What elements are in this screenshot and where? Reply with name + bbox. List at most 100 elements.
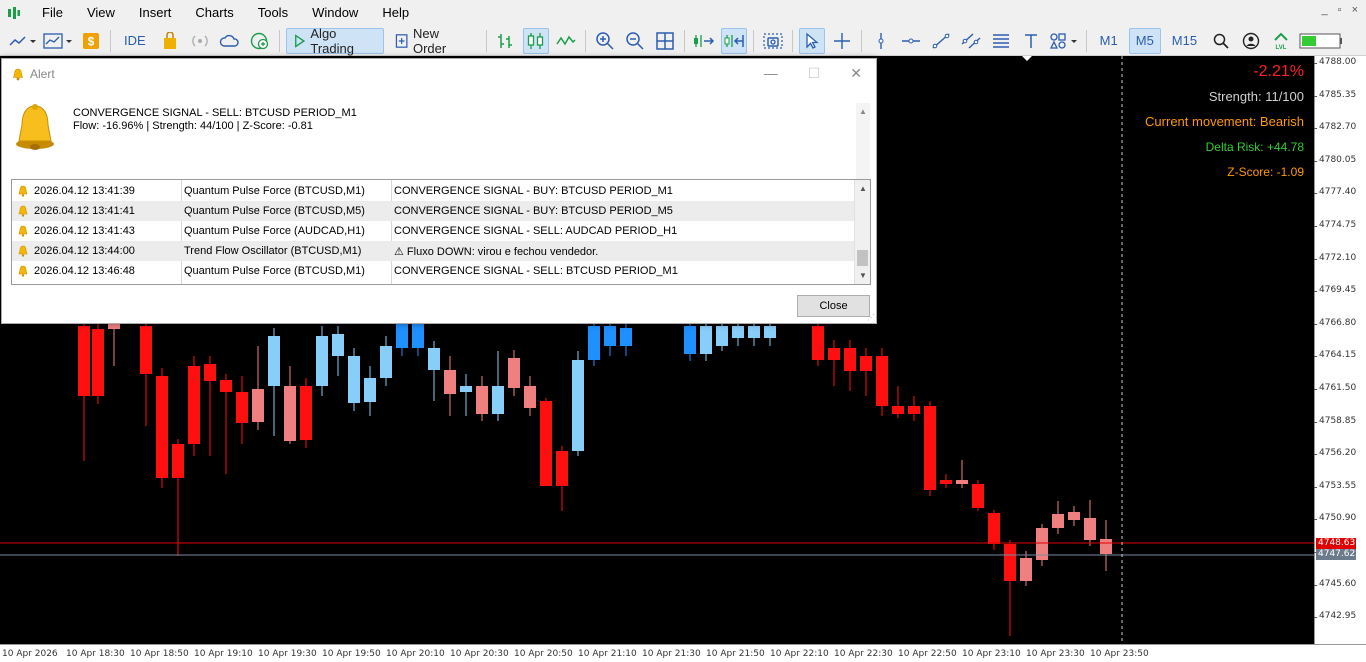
alert-log-row[interactable]: 2026.04.12 13:46:48 Quantum Pulse Force (… [12, 261, 854, 281]
price-tick-label: 4750.90 [1313, 513, 1357, 524]
timeframe-m1-button[interactable]: M1 [1093, 28, 1125, 54]
log-message: CONVERGENCE SIGNAL - BUY: BTCUSD PERIOD_… [394, 185, 673, 197]
alert-message-line1: CONVERGENCE SIGNAL - SELL: BTCUSD PERIOD… [73, 107, 357, 119]
horizontal-line-icon[interactable] [898, 28, 924, 54]
shapes-icon[interactable] [1048, 28, 1080, 54]
candle [268, 328, 280, 436]
algo-trading-button[interactable]: Algo Trading [285, 26, 384, 56]
crosshair-icon[interactable] [829, 28, 855, 54]
ide-button[interactable]: IDE [117, 28, 153, 54]
resize-grip-icon[interactable]: ⋰ [867, 313, 875, 322]
toolbar: $ IDE Algo Trading New Order M1 M5 M15 L… [0, 26, 1366, 56]
menu-window[interactable]: Window [300, 0, 370, 26]
log-time-cell: 2026.04.12 13:41:43 [12, 225, 182, 237]
candle [524, 376, 536, 416]
log-scrollbar[interactable]: ▲ ▼ [854, 180, 870, 284]
alert-log-row[interactable]: 2026.04.12 13:41:41 Quantum Pulse Force (… [12, 201, 854, 221]
time-tick-label: 10 Apr 22:30 [834, 649, 893, 659]
time-tick-label: 10 Apr 22:50 [898, 649, 957, 659]
minimize-icon[interactable]: _ [1322, 4, 1328, 16]
alert-titlebar[interactable]: Alert — ☐ ✕ [2, 59, 876, 89]
scroll-down-icon[interactable]: ▼ [859, 271, 867, 280]
svg-text:LVL: LVL [1276, 45, 1287, 50]
restore-icon[interactable]: ▫ [1338, 4, 1342, 16]
toolbar-separator [752, 29, 754, 52]
scroll-up-icon[interactable]: ▲ [859, 107, 867, 116]
timeframe-m5-button[interactable]: M5 [1128, 27, 1161, 54]
log-time: 2026.04.12 13:41:41 [34, 205, 135, 217]
candle [620, 321, 632, 356]
bid-price-tag: 4747.62 [1316, 549, 1356, 560]
delta-risk-value: Delta Risk: +44.78 [1205, 140, 1304, 154]
app-logo-icon [6, 5, 22, 21]
bar-chart-icon[interactable] [493, 28, 519, 54]
tile-windows-icon[interactable] [652, 28, 678, 54]
time-tick-label: 10 Apr 20:10 [386, 649, 445, 659]
timeframe-m15-button[interactable]: M15 [1165, 28, 1204, 54]
scroll-up-icon[interactable]: ▲ [859, 184, 867, 193]
candle [1052, 501, 1064, 534]
market-icon[interactable]: $ [78, 28, 104, 54]
signal-icon[interactable] [187, 28, 213, 54]
candle [444, 356, 456, 416]
vertical-line-icon[interactable] [868, 28, 894, 54]
close-button[interactable]: Close [797, 295, 870, 317]
scrollbar-thumb[interactable] [857, 250, 868, 266]
zoom-in-icon[interactable] [592, 28, 618, 54]
menu-charts[interactable]: Charts [183, 0, 245, 26]
toolbar-separator [584, 29, 586, 52]
connection-status-icon[interactable] [1298, 28, 1344, 54]
maximize-icon[interactable]: ☐ [808, 65, 821, 82]
account-icon[interactable] [1238, 28, 1264, 54]
bell-icon [18, 245, 28, 257]
text-tool-icon[interactable] [1018, 28, 1044, 54]
candle [252, 346, 264, 430]
cursor-icon[interactable] [798, 27, 825, 54]
alert-log-row[interactable]: 2026.04.12 13:44:00 Trend Flow Oscillator… [12, 241, 854, 261]
menu-file[interactable]: File [30, 0, 75, 26]
trend-line-icon[interactable] [928, 28, 954, 54]
price-tick-label: 4772.10 [1313, 252, 1357, 263]
candle [1004, 540, 1016, 636]
candle [1036, 524, 1048, 566]
close-icon[interactable]: × [1352, 4, 1358, 16]
chart-shift-icon[interactable] [720, 27, 747, 54]
candlestick-icon[interactable] [522, 27, 549, 54]
minimize-icon[interactable]: — [764, 65, 778, 82]
channel-icon[interactable] [958, 28, 984, 54]
log-time-cell: 2026.04.12 13:46:48 [12, 265, 182, 277]
alert-log-row[interactable]: 2026.04.12 13:41:39 Quantum Pulse Force (… [12, 181, 854, 201]
toolbar-separator [791, 29, 793, 52]
time-tick-label: 10 Apr 19:30 [258, 649, 317, 659]
shopping-bag-icon[interactable] [157, 28, 183, 54]
price-tick-label: 4745.60 [1313, 578, 1357, 589]
close-icon[interactable]: ✕ [850, 65, 862, 82]
line-chart-icon[interactable] [553, 28, 579, 54]
alert-log-list[interactable]: 2026.04.12 13:41:39 Quantum Pulse Force (… [11, 179, 871, 285]
menu-help[interactable]: Help [370, 0, 421, 26]
time-axis[interactable]: 10 Apr 2026 10 Apr 18:30 10 Apr 18:50 10 Ap… [0, 644, 1366, 662]
candle [876, 348, 888, 416]
change-percent: -2.21% [1253, 63, 1304, 80]
level-icon[interactable]: LVL [1268, 28, 1294, 54]
candle [684, 318, 696, 361]
menu-insert[interactable]: Insert [127, 0, 184, 26]
chart-shift-marker[interactable] [1022, 56, 1032, 61]
vps-icon[interactable] [247, 28, 273, 54]
alert-log-row[interactable]: 2026.04.12 13:41:43 Quantum Pulse Force (… [12, 221, 854, 241]
price-tick-label: 4761.50 [1313, 383, 1357, 393]
cloud-icon[interactable] [217, 28, 243, 54]
zoom-out-icon[interactable] [622, 28, 648, 54]
alert-title: Alert [30, 67, 55, 81]
candle [348, 348, 360, 411]
chart-type-button[interactable] [8, 28, 38, 54]
autoscroll-icon[interactable] [691, 28, 717, 54]
templates-button[interactable] [42, 28, 74, 54]
new-order-button[interactable]: New Order [388, 25, 480, 56]
search-icon[interactable] [1208, 28, 1234, 54]
new-order-label: New Order [412, 25, 447, 56]
fibonacci-icon[interactable] [988, 28, 1014, 54]
menu-view[interactable]: View [75, 0, 127, 26]
menu-tools[interactable]: Tools [246, 0, 300, 26]
screenshot-icon[interactable] [760, 28, 786, 54]
